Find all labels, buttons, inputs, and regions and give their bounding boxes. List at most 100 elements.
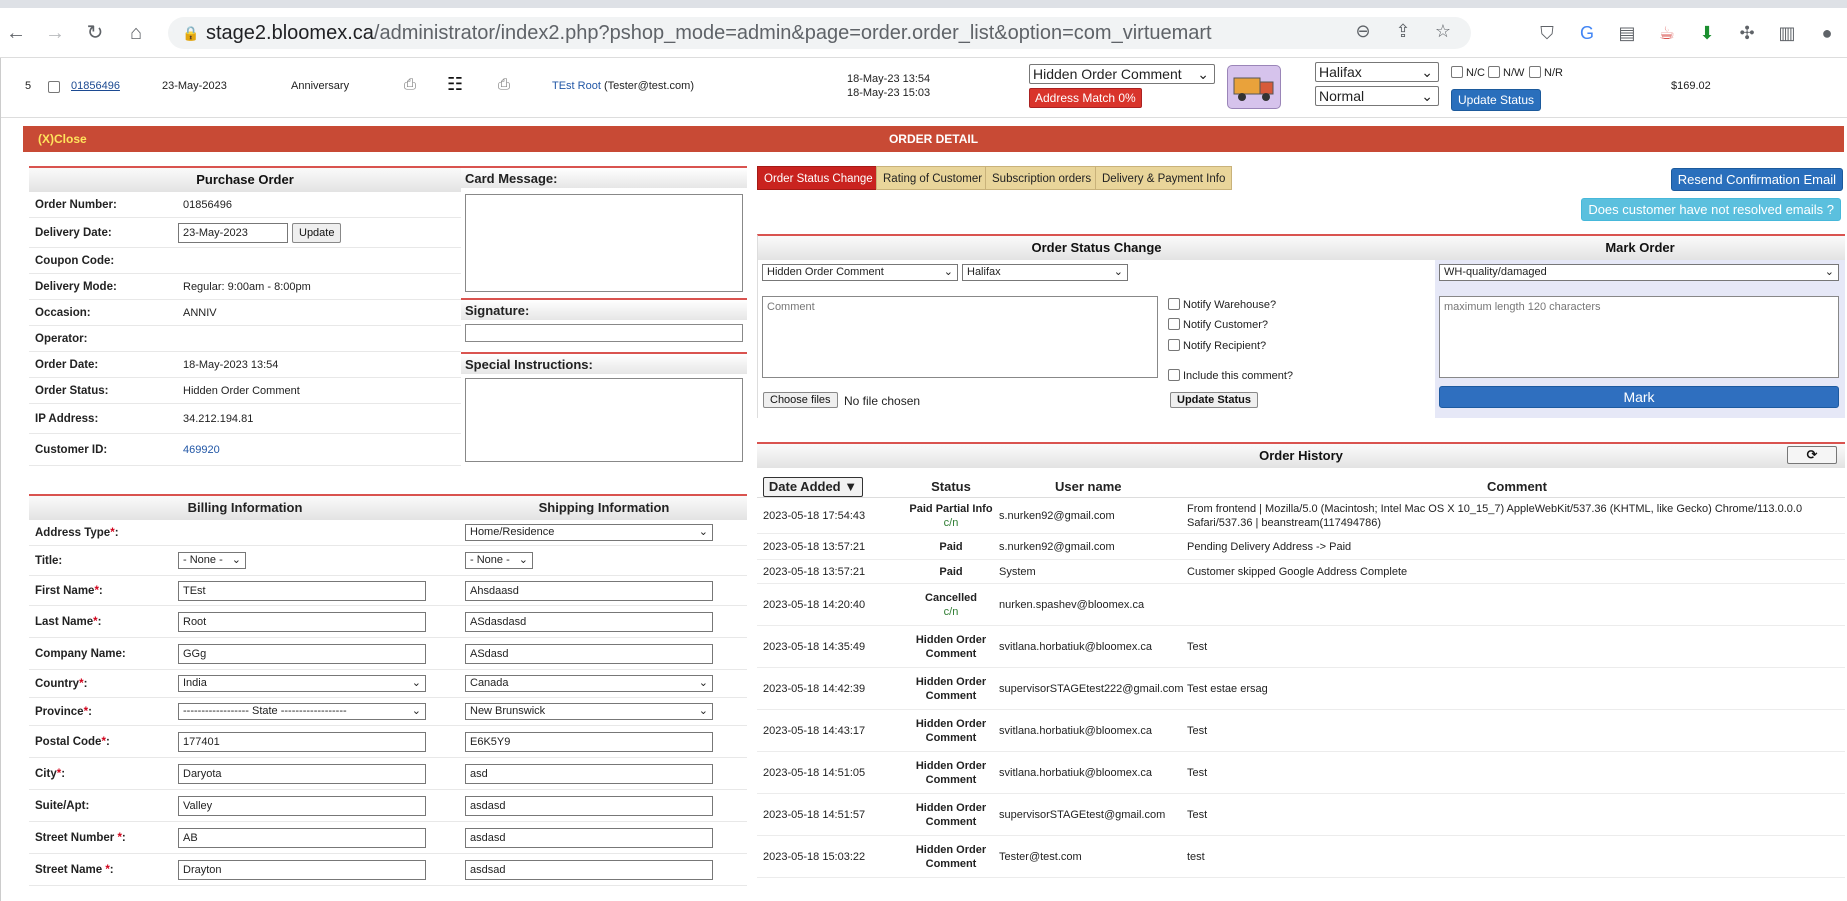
tea-extension-icon[interactable]: ☕ bbox=[1647, 19, 1687, 47]
ship-street-name-input[interactable]: asdsad bbox=[465, 860, 713, 880]
home-icon[interactable]: ⌂ bbox=[124, 21, 148, 45]
tab-subscription-orders[interactable]: Subscription orders bbox=[985, 166, 1099, 190]
history-comment: Customer skipped Google Address Complete bbox=[1187, 565, 1408, 578]
mark-button[interactable]: Mark bbox=[1439, 386, 1839, 408]
mark-order-select[interactable]: WH-quality/damaged ⌄ bbox=[1439, 264, 1839, 281]
unresolved-emails-button[interactable]: Does customer have not resolved emails ? bbox=[1581, 198, 1841, 221]
nc-checkbox[interactable] bbox=[1451, 66, 1463, 78]
bill-first-name-input[interactable]: TEst bbox=[178, 581, 426, 601]
comment-textarea[interactable]: Comment bbox=[762, 296, 1158, 378]
row-priority-select[interactable]: Normal ⌄ bbox=[1315, 86, 1439, 106]
ship-postal-input[interactable]: E6K5Y9 bbox=[465, 732, 713, 752]
bill-last-name-input[interactable]: Root bbox=[178, 612, 426, 632]
bill-company-input[interactable]: GGg bbox=[178, 644, 426, 664]
nw-checkbox[interactable] bbox=[1488, 66, 1500, 78]
share-icon[interactable]: ⇪ bbox=[1383, 17, 1423, 45]
ship-suite-input[interactable]: asdasd bbox=[465, 796, 713, 816]
ship-city-input[interactable]: asd bbox=[465, 764, 713, 784]
forward-icon[interactable]: → bbox=[43, 21, 67, 45]
print-icon[interactable]: ⎙ bbox=[404, 76, 416, 93]
refresh-icon[interactable]: ⟳ bbox=[1787, 446, 1837, 464]
bill-street-number-input[interactable]: AB bbox=[178, 828, 426, 848]
nr-checkbox[interactable] bbox=[1529, 66, 1541, 78]
province-label: Province bbox=[35, 706, 84, 718]
resend-confirmation-email-button[interactable]: Resend Confirmation Email bbox=[1670, 168, 1843, 191]
delivery-truck-icon[interactable] bbox=[1227, 65, 1281, 109]
history-date: 2023-05-18 15:03:22 bbox=[763, 850, 866, 863]
delivery-mode-label: Delivery Mode: bbox=[35, 281, 117, 293]
bill-city-input[interactable]: Daryota bbox=[178, 764, 426, 784]
notify-recipient-checkbox[interactable] bbox=[1168, 339, 1180, 351]
delivery-mode-value: Regular: 9:00am - 8:00pm bbox=[183, 281, 311, 293]
row-update-status-button[interactable]: Update Status bbox=[1451, 89, 1542, 111]
address-bar[interactable]: 🔒 stage2.bloomex.ca/administrator/index2.… bbox=[168, 17, 1471, 49]
order-list-icon[interactable]: ☷ bbox=[447, 74, 463, 95]
side-panel-icon[interactable]: ▥ bbox=[1767, 19, 1807, 47]
back-icon[interactable]: ← bbox=[4, 21, 28, 45]
notify-customer-checkbox[interactable] bbox=[1168, 318, 1180, 330]
bill-province-select[interactable]: ------------------ State ---------------… bbox=[178, 703, 426, 720]
row-warehouse-value: Halifax bbox=[1319, 64, 1362, 80]
notify-warehouse-checkbox[interactable] bbox=[1168, 298, 1180, 310]
zoom-icon[interactable]: ⊖ bbox=[1343, 17, 1383, 45]
history-row: 2023-05-18 14:20:40 Cancelled c/n nurken.sp… bbox=[757, 584, 1845, 626]
status-select[interactable]: Hidden Order Comment ⌄ bbox=[762, 264, 958, 281]
ship-title-select[interactable]: - None - ⌄ bbox=[465, 552, 533, 569]
row-warehouse-select[interactable]: Halifax ⌄ bbox=[1315, 62, 1439, 82]
first-name-label: First Name bbox=[35, 585, 95, 597]
warehouse-select[interactable]: Halifax ⌄ bbox=[962, 264, 1128, 281]
chevron-down-icon: ⌄ bbox=[698, 705, 708, 717]
mark-comment-textarea[interactable]: maximum length 120 characters bbox=[1439, 296, 1839, 378]
shield-extension-icon[interactable]: ⛉ bbox=[1527, 19, 1567, 47]
status-column-header: Status bbox=[931, 479, 971, 494]
bill-suite-input[interactable]: Valley bbox=[178, 796, 426, 816]
tab-order-status-change[interactable]: Order Status Change bbox=[757, 166, 880, 190]
street-name-label: Street Name bbox=[35, 864, 106, 876]
signature-input[interactable] bbox=[465, 324, 743, 342]
ship-country-select[interactable]: Canada ⌄ bbox=[465, 675, 713, 692]
row-status-select[interactable]: Hidden Order Comment ⌄ bbox=[1029, 64, 1215, 84]
bill-street-name-input[interactable]: Drayton bbox=[178, 860, 426, 880]
delivery-date-input[interactable]: 23-May-2023 bbox=[178, 223, 288, 243]
profile-avatar-icon[interactable]: ● bbox=[1807, 19, 1847, 47]
update-status-button[interactable]: Update Status bbox=[1170, 392, 1258, 408]
sort-date-added-button[interactable]: Date Added ▼ bbox=[763, 477, 863, 497]
notify-recipient-label: Notify Recipient? bbox=[1183, 340, 1267, 352]
reload-icon[interactable]: ↻ bbox=[83, 21, 107, 45]
choose-files-button[interactable]: Choose files bbox=[763, 392, 838, 408]
bill-country-value: India bbox=[183, 677, 207, 689]
chevron-down-icon: ⌄ bbox=[1113, 266, 1123, 278]
row-select-checkbox[interactable] bbox=[48, 81, 60, 93]
history-row: 2023-05-18 15:03:22 Hidden Order Comment T… bbox=[757, 836, 1845, 878]
history-status: Hidden Order Comment bbox=[905, 633, 997, 661]
ship-address-type-select[interactable]: Home/Residence ⌄ bbox=[465, 524, 713, 541]
bill-title-select[interactable]: - None - ⌄ bbox=[178, 552, 246, 569]
bill-title-value: - None - bbox=[183, 554, 223, 566]
row-customer-name[interactable]: TEst Root bbox=[552, 80, 601, 92]
ship-company-input[interactable]: ASdasd bbox=[465, 644, 713, 664]
bookmark-star-icon[interactable]: ☆ bbox=[1423, 17, 1463, 45]
ship-street-number-input[interactable]: asdasd bbox=[465, 828, 713, 848]
street-number-label: Street Number bbox=[35, 832, 118, 844]
bill-country-select[interactable]: India ⌄ bbox=[178, 675, 426, 692]
tab-delivery-payment-info[interactable]: Delivery & Payment Info bbox=[1095, 166, 1233, 190]
ship-first-name-input[interactable]: Ahsdaasd bbox=[465, 581, 713, 601]
translate-extension-icon[interactable]: G bbox=[1567, 19, 1607, 47]
url-host: stage2.bloomex.ca bbox=[206, 22, 374, 44]
update-delivery-date-button[interactable]: Update bbox=[292, 223, 342, 243]
tab-rating-of-customer[interactable]: Rating of Customer bbox=[876, 166, 990, 190]
special-instructions-textarea[interactable] bbox=[465, 378, 743, 462]
puzzle-extensions-icon[interactable]: ✣ bbox=[1727, 19, 1767, 47]
invoice-icon[interactable]: ⎙ bbox=[498, 76, 510, 93]
include-comment-checkbox[interactable] bbox=[1168, 369, 1180, 381]
history-date: 2023-05-18 14:35:49 bbox=[763, 640, 866, 653]
bill-postal-input[interactable]: 177401 bbox=[178, 732, 426, 752]
card-message-textarea[interactable] bbox=[465, 194, 743, 292]
mark-order-panel: Mark Order WH-quality/damaged ⌄ maximum l… bbox=[1435, 234, 1845, 418]
download-extension-icon[interactable]: ⬇ bbox=[1687, 19, 1727, 47]
order-number-link[interactable]: 01856496 bbox=[71, 80, 120, 92]
ship-last-name-input[interactable]: ASdasdasd bbox=[465, 612, 713, 632]
notes-extension-icon[interactable]: ▤ bbox=[1607, 19, 1647, 47]
customer-id-link[interactable]: 469920 bbox=[183, 434, 220, 466]
ship-province-select[interactable]: New Brunswick ⌄ bbox=[465, 703, 713, 720]
